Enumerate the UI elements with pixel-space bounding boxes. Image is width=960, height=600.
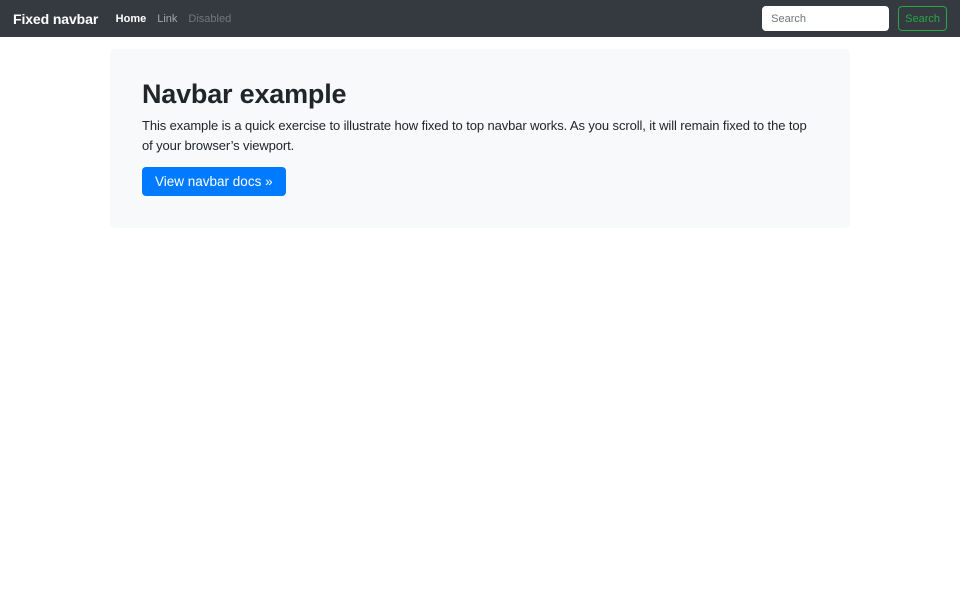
- page-title: Navbar example: [142, 78, 818, 110]
- nav-item: Home: [110, 13, 152, 25]
- view-navbar-docs-button[interactable]: View navbar docs »: [142, 167, 286, 196]
- navbar-brand[interactable]: Fixed navbar: [13, 11, 98, 27]
- nav-link-home[interactable]: Home: [110, 13, 152, 25]
- nav-link-link[interactable]: Link: [152, 13, 183, 25]
- nav-item: Disabled: [183, 13, 237, 25]
- navbar-nav: Home Link Disabled: [110, 13, 762, 25]
- search-button[interactable]: Search: [898, 6, 947, 31]
- nav-link-disabled: Disabled: [183, 13, 237, 25]
- search-input[interactable]: [762, 6, 889, 31]
- nav-item: Link: [152, 13, 183, 25]
- page-description: This example is a quick exercise to illu…: [142, 116, 818, 156]
- navbar-search-form: Search: [762, 6, 947, 31]
- hero-card: Navbar example This example is a quick e…: [110, 49, 850, 228]
- top-navbar: Fixed navbar Home Link Disabled Search: [0, 0, 960, 37]
